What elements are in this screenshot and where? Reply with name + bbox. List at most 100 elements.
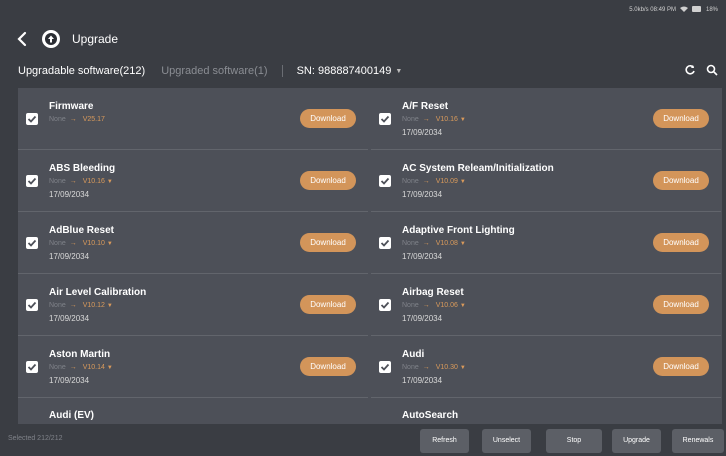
- search-icon[interactable]: [706, 64, 718, 76]
- current-version: None: [402, 178, 419, 185]
- select-checkbox[interactable]: [379, 361, 391, 373]
- select-checkbox[interactable]: [26, 237, 38, 249]
- software-item: Airbag Reset None → V10.06 ▼ 17/09/2034 Downl…: [371, 274, 721, 336]
- version-dropdown-icon[interactable]: ▼: [460, 241, 466, 247]
- bottom-bar: Selected 212/212 Refresh Unselect Stop U…: [0, 424, 726, 456]
- release-date: 17/09/2034: [402, 190, 443, 199]
- software-name: Adaptive Front Lighting: [402, 225, 515, 236]
- checkmark-icon: [380, 363, 390, 371]
- version-dropdown-icon[interactable]: ▼: [107, 179, 113, 185]
- software-item: Audi None → V10.30 ▼ 17/09/2034 Download: [371, 336, 721, 398]
- software-column-left: Firmware None → V25.17 Download ABS Bleeding…: [18, 88, 368, 424]
- status-text: 5.0kb/s 08:49 PM: [629, 7, 676, 13]
- target-version: V10.14: [82, 364, 105, 371]
- release-date: 17/09/2034: [49, 314, 90, 323]
- select-checkbox[interactable]: [26, 361, 38, 373]
- software-item: AC System Releam/Initialization None → V10…: [371, 150, 721, 212]
- software-name: Airbag Reset: [402, 287, 464, 298]
- title-bar: Upgrade: [0, 22, 726, 56]
- current-version: None: [49, 302, 66, 309]
- tab-upgraded-software[interactable]: Upgraded software(1): [161, 65, 267, 77]
- download-button[interactable]: Download: [300, 233, 356, 252]
- version-info: None → V10.06 ▼: [402, 302, 466, 309]
- checkmark-icon: [380, 239, 390, 247]
- software-item: Audi (EV): [18, 398, 368, 424]
- version-dropdown-icon[interactable]: ▼: [460, 117, 466, 123]
- software-name: AutoSearch: [402, 410, 459, 421]
- software-name: A/F Reset: [402, 101, 449, 112]
- download-button[interactable]: Download: [653, 109, 709, 128]
- version-info: None → V10.16 ▼: [49, 178, 113, 185]
- software-list: Firmware None → V25.17 Download ABS Bleeding…: [18, 88, 722, 424]
- refresh-button[interactable]: Refresh: [420, 429, 469, 453]
- tab-upgradable-software[interactable]: Upgradable software(212): [18, 65, 145, 77]
- version-dropdown-icon[interactable]: ▼: [107, 241, 113, 247]
- version-dropdown-icon[interactable]: ▼: [460, 179, 466, 185]
- version-info: None → V10.09 ▼: [402, 178, 466, 185]
- software-item: AdBlue Reset None → V10.10 ▼ 17/09/2034 Downl…: [18, 212, 368, 274]
- checkmark-icon: [380, 301, 390, 309]
- download-button[interactable]: Download: [653, 233, 709, 252]
- refresh-icon[interactable]: [684, 64, 696, 76]
- software-item: Air Level Calibration None → V10.12 ▼ 17/09/…: [18, 274, 368, 336]
- back-button[interactable]: [14, 31, 30, 47]
- version-dropdown-icon[interactable]: ▼: [107, 365, 113, 371]
- software-name: AC System Releam/Initialization: [402, 163, 554, 174]
- download-button[interactable]: Download: [300, 295, 356, 314]
- arrow-right-icon: →: [422, 302, 430, 309]
- selected-count: Selected 212/212: [8, 435, 63, 442]
- release-date: 17/09/2034: [402, 128, 443, 137]
- select-checkbox[interactable]: [379, 113, 391, 125]
- stop-button[interactable]: Stop: [546, 429, 602, 453]
- arrow-right-icon: →: [422, 240, 430, 247]
- download-button[interactable]: Download: [300, 171, 356, 190]
- unselect-button[interactable]: Unselect: [482, 429, 531, 453]
- version-dropdown-icon[interactable]: ▼: [460, 365, 466, 371]
- download-button[interactable]: Download: [653, 295, 709, 314]
- software-name: Audi (EV): [49, 410, 94, 421]
- arrow-right-icon: →: [422, 364, 430, 371]
- select-checkbox[interactable]: [26, 175, 38, 187]
- software-name: Firmware: [49, 101, 94, 112]
- software-name: AdBlue Reset: [49, 225, 115, 236]
- release-date: 17/09/2034: [49, 190, 90, 199]
- release-date: 17/09/2034: [49, 252, 90, 261]
- serial-number: SN: 988887400149: [296, 65, 392, 77]
- select-checkbox[interactable]: [379, 299, 391, 311]
- checkmark-icon: [380, 115, 390, 123]
- caret-down-icon: ▼: [395, 67, 403, 75]
- renewals-button[interactable]: Renewals: [672, 429, 724, 453]
- checkmark-icon: [27, 115, 37, 123]
- release-date: 17/09/2034: [402, 314, 443, 323]
- target-version: V10.08: [435, 240, 458, 247]
- upgrade-button[interactable]: Upgrade: [612, 429, 661, 453]
- serial-number-selector[interactable]: SN: 988887400149 ▼: [297, 65, 403, 77]
- arrow-right-icon: →: [422, 116, 430, 123]
- software-name: Aston Martin: [49, 349, 111, 360]
- release-date: 17/09/2034: [402, 252, 443, 261]
- status-bar: 5.0kb/s 08:49 PM 18%: [0, 0, 726, 22]
- arrow-right-icon: →: [69, 240, 77, 247]
- chevron-left-icon: [17, 31, 27, 47]
- version-dropdown-icon[interactable]: ▼: [460, 303, 466, 309]
- checkmark-icon: [27, 363, 37, 371]
- version-dropdown-icon[interactable]: ▼: [107, 303, 113, 309]
- target-version: V10.09: [435, 178, 458, 185]
- download-button[interactable]: Download: [653, 357, 709, 376]
- software-item: ABS Bleeding None → V10.16 ▼ 17/09/2034 Downl…: [18, 150, 368, 212]
- software-name: Audi: [402, 349, 425, 360]
- select-checkbox[interactable]: [26, 299, 38, 311]
- version-info: None → V25.17: [49, 116, 105, 123]
- target-version: V10.12: [82, 302, 105, 309]
- download-button[interactable]: Download: [653, 171, 709, 190]
- version-info: None → V10.12 ▼: [49, 302, 113, 309]
- target-version: V10.16: [82, 178, 105, 185]
- download-button[interactable]: Download: [300, 357, 356, 376]
- select-checkbox[interactable]: [379, 237, 391, 249]
- select-checkbox[interactable]: [26, 113, 38, 125]
- target-version: V10.30: [435, 364, 458, 371]
- select-checkbox[interactable]: [379, 175, 391, 187]
- download-button[interactable]: Download: [300, 109, 356, 128]
- current-version: None: [49, 178, 66, 185]
- target-version: V25.17: [82, 116, 105, 123]
